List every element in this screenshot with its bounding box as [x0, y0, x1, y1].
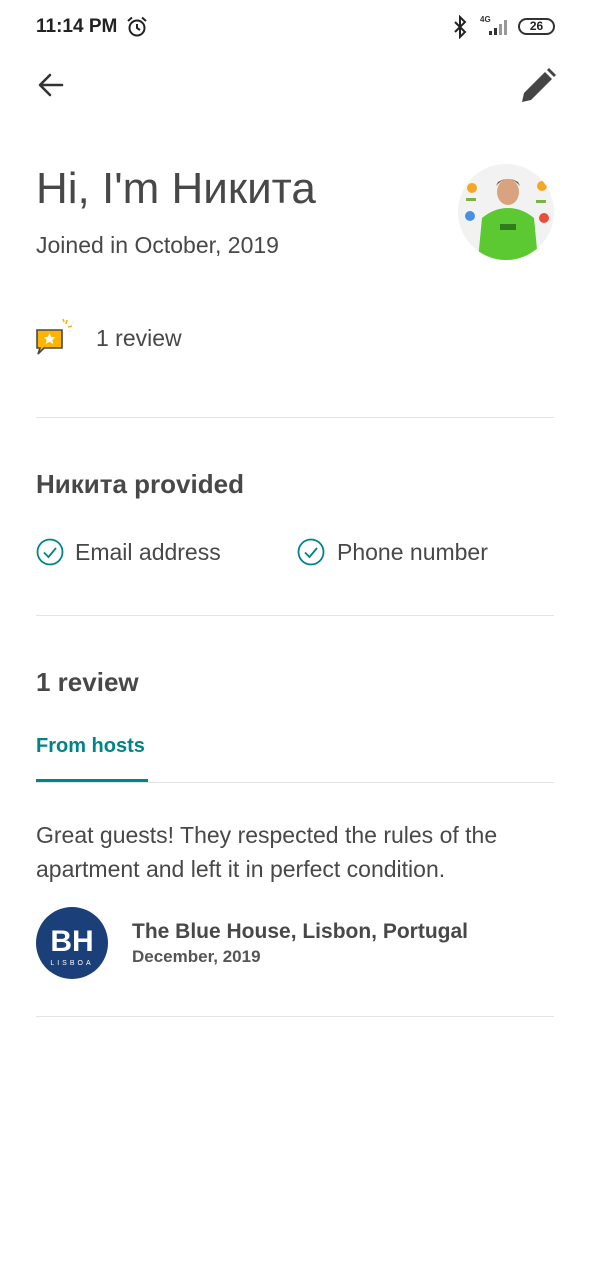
back-arrow-icon[interactable]	[34, 68, 68, 102]
divider	[36, 417, 554, 418]
joined-date: Joined in October, 2019	[36, 232, 279, 258]
host-logo[interactable]: BH LISBOA	[36, 907, 108, 979]
divider	[36, 1016, 554, 1017]
verification-phone: Phone number	[337, 539, 488, 565]
tab-divider	[36, 782, 554, 783]
review-badge-icon	[36, 318, 73, 355]
battery-indicator: 26	[518, 18, 555, 35]
reviews-title: 1 review	[36, 667, 139, 697]
edit-pencil-icon[interactable]	[518, 66, 558, 106]
review-text: Great guests! They respected the rules o…	[36, 822, 498, 882]
tab-from-hosts[interactable]: From hosts	[36, 735, 145, 758]
cellular-signal-icon	[489, 20, 507, 35]
host-logo-graphic: BH LISBOA	[36, 907, 108, 979]
review-count[interactable]: 1 review	[96, 325, 182, 352]
alarm-clock-icon	[127, 16, 147, 37]
status-time: 11:14 PM	[36, 16, 118, 37]
check-circle-icon	[297, 538, 325, 566]
avatar-photo	[458, 164, 554, 260]
host-logo-subtext: LISBOA	[50, 960, 93, 967]
host-name[interactable]: The Blue House, Lisbon, Portugal	[132, 920, 468, 944]
host-logo-text: BH	[50, 925, 93, 958]
divider	[36, 615, 554, 616]
status-bar: 11:14 PM 4G 26	[0, 0, 590, 54]
check-circle-icon	[36, 538, 64, 566]
avatar[interactable]	[458, 164, 554, 260]
profile-greeting: Hi, I'm Никита	[36, 164, 316, 213]
review-date: December, 2019	[132, 947, 261, 966]
provided-title: Никита provided	[36, 469, 244, 499]
bluetooth-icon	[454, 15, 467, 39]
verification-email: Email address	[75, 539, 221, 565]
